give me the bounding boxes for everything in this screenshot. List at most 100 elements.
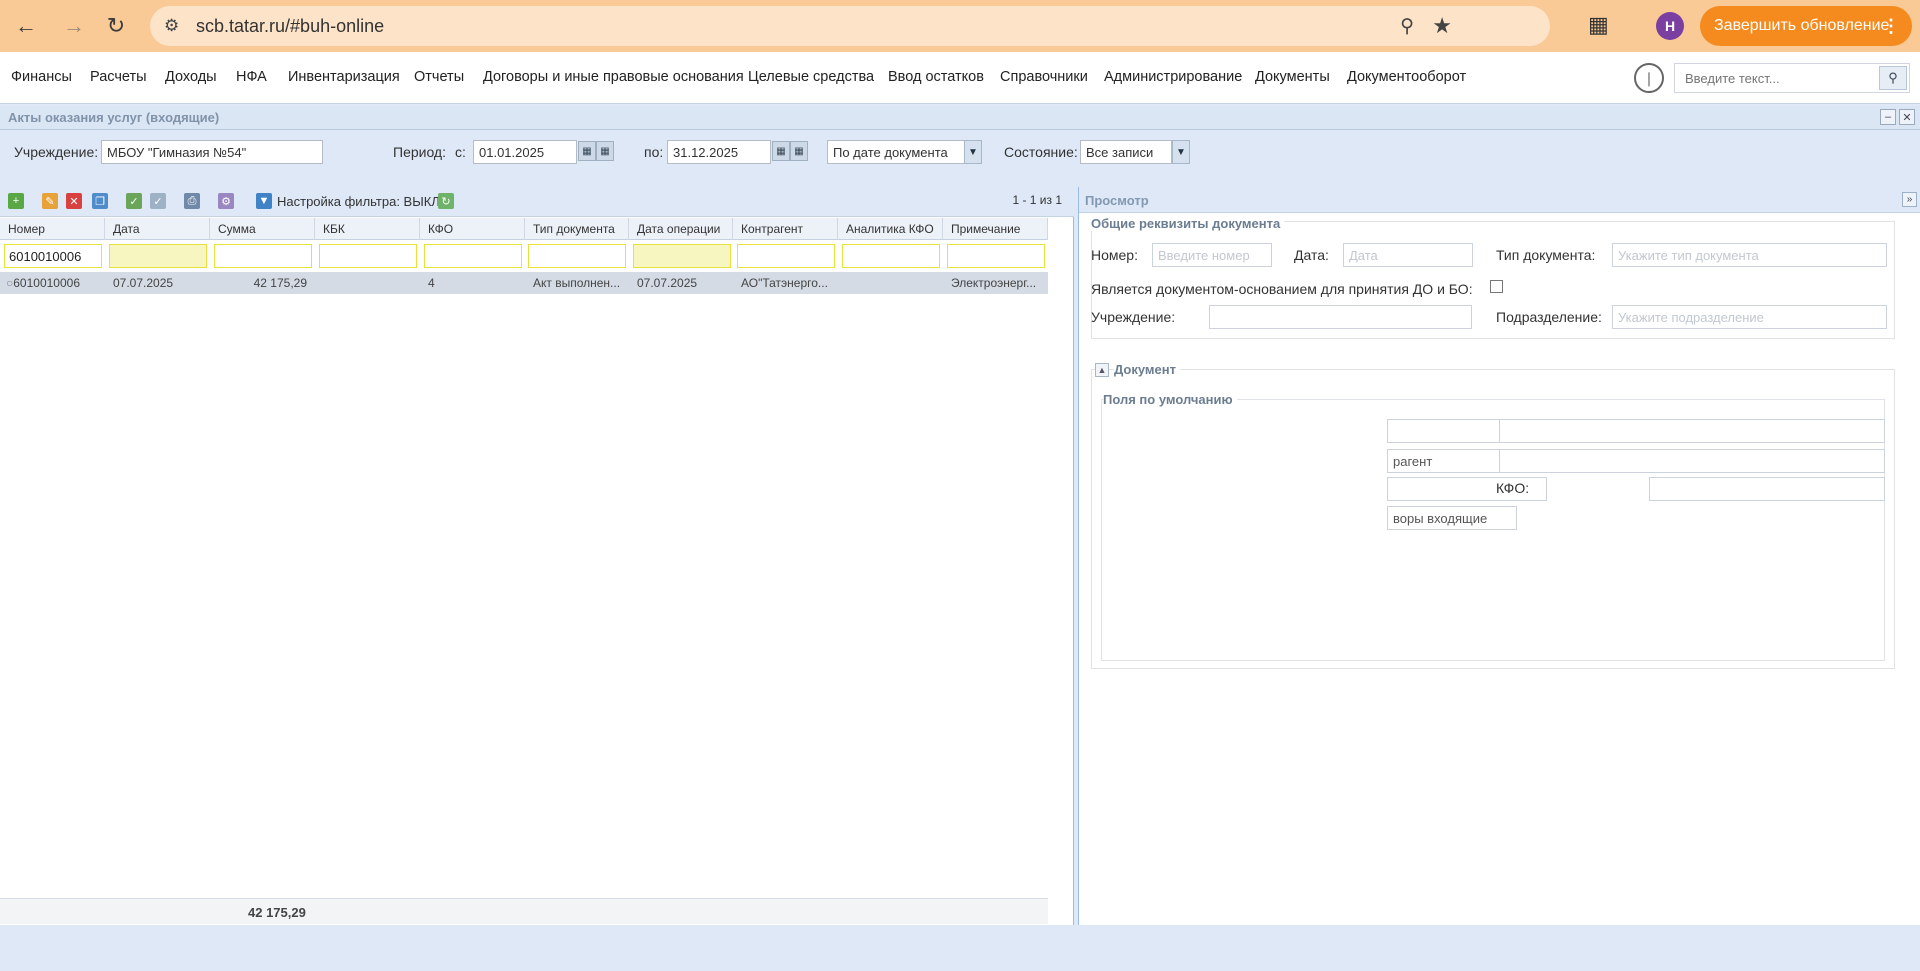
- extensions-icon[interactable]: ▦: [1588, 12, 1609, 38]
- reload-icon[interactable]: ↻: [100, 10, 132, 42]
- institution-field[interactable]: МБОУ "Гимназия №54": [101, 140, 323, 164]
- add-icon[interactable]: +: [8, 193, 24, 209]
- column-sum[interactable]: Сумма: [210, 218, 315, 240]
- filter-sum-input[interactable]: [214, 244, 312, 268]
- column-kfo[interactable]: КФО: [420, 218, 525, 240]
- column-kbk[interactable]: КБК: [315, 218, 420, 240]
- contracts-field[interactable]: воры входящие: [1387, 506, 1517, 530]
- basis-checkbox[interactable]: [1490, 280, 1503, 293]
- refresh-icon[interactable]: ↻: [438, 193, 454, 209]
- column-op-date[interactable]: Дата операции: [629, 218, 733, 240]
- filter-analytics-input[interactable]: [842, 244, 940, 268]
- row-op-date: 07.07.2025: [637, 276, 698, 290]
- institution-field[interactable]: [1209, 305, 1472, 329]
- from-date-field[interactable]: 01.01.2025: [473, 140, 577, 164]
- settings-icon[interactable]: ⚙: [218, 193, 234, 209]
- column-number[interactable]: Номер: [0, 218, 105, 240]
- state-select[interactable]: Все записи: [1080, 140, 1172, 164]
- column-date[interactable]: Дата: [105, 218, 210, 240]
- approve-icon[interactable]: ✓: [126, 193, 142, 209]
- bookmark-star-icon[interactable]: ★: [1432, 13, 1452, 39]
- menu-item-calculations[interactable]: Расчеты: [90, 69, 147, 85]
- zoom-icon[interactable]: ⚲: [1400, 15, 1414, 38]
- filter-kbk-input[interactable]: [319, 244, 417, 268]
- filter-bar: Учреждение: МБОУ "Гимназия №54" Период: …: [0, 131, 1920, 186]
- unapprove-icon[interactable]: ✓: [150, 193, 166, 209]
- column-note[interactable]: Примечание: [943, 218, 1048, 240]
- filter-icon[interactable]: ▼: [256, 193, 272, 209]
- general-section-title: Общие реквизиты документа: [1091, 216, 1285, 231]
- filter-setting-label[interactable]: Настройка фильтра: ВЫКЛ: [277, 194, 440, 209]
- kfo-label: КФО:: [1496, 480, 1530, 496]
- to-date-field[interactable]: 31.12.2025: [667, 140, 771, 164]
- menu-item-administration[interactable]: Администрирование: [1104, 69, 1242, 85]
- date-field[interactable]: Дата: [1343, 243, 1473, 267]
- forward-arrow-icon[interactable]: →: [58, 10, 90, 42]
- chevron-down-icon[interactable]: ▼: [1172, 140, 1190, 164]
- menu-item-finance[interactable]: Финансы: [11, 69, 72, 85]
- kebab-menu-icon[interactable]: ⋮: [1882, 16, 1900, 37]
- calendar-clear-icon[interactable]: ▦: [790, 141, 808, 161]
- close-icon[interactable]: ✕: [1899, 109, 1915, 125]
- from-label: с:: [455, 144, 466, 160]
- state-label: Состояние:: [1004, 144, 1078, 160]
- grid-header: Номер Дата Сумма КБК КФО Тип документа Д…: [0, 218, 1048, 240]
- menu-item-contracts[interactable]: Договоры и иные правовые основания: [483, 69, 744, 85]
- preview-panel: Просмотр » Общие реквизиты документа Ном…: [1078, 187, 1920, 925]
- filter-counterparty-input[interactable]: [737, 244, 835, 268]
- grid-summary: 42 175,29: [0, 898, 1048, 924]
- date-mode-select[interactable]: По дате документа: [827, 140, 966, 164]
- menu-item-income[interactable]: Доходы: [165, 69, 217, 85]
- menu-item-balances[interactable]: Ввод остатков: [888, 69, 984, 85]
- preview-header: Просмотр »: [1079, 187, 1920, 213]
- collapse-icon[interactable]: »: [1902, 192, 1917, 207]
- filter-op-date-input[interactable]: [633, 244, 731, 268]
- filter-kfo-input[interactable]: [424, 244, 522, 268]
- print-icon[interactable]: ⎙: [184, 193, 200, 209]
- copy-icon[interactable]: ❐: [92, 193, 108, 209]
- menu-item-directories[interactable]: Справочники: [1000, 69, 1088, 85]
- menu-item-inventory[interactable]: Инвентаризация: [288, 69, 400, 85]
- number-field[interactable]: Введите номер: [1152, 243, 1272, 267]
- filter-number-input[interactable]: 6010010006: [4, 244, 102, 268]
- minimize-icon[interactable]: –: [1880, 109, 1896, 125]
- default-field-2[interactable]: [1499, 419, 1885, 443]
- filter-doc-type-input[interactable]: [528, 244, 626, 268]
- table-row[interactable]: ○6010010006 07.07.2025 42 175,29 4 Акт в…: [0, 272, 1048, 294]
- row-date: 07.07.2025: [113, 276, 174, 290]
- calendar-icon[interactable]: ▦: [578, 141, 596, 161]
- search-input[interactable]: [1675, 64, 1875, 92]
- search-icon[interactable]: ⚲: [1879, 66, 1907, 90]
- period-label: Период:: [393, 144, 446, 160]
- division-field[interactable]: Укажите подразделение: [1612, 305, 1887, 329]
- menu-item-docflow[interactable]: Документооборот: [1347, 69, 1466, 85]
- filter-note-input[interactable]: [947, 244, 1045, 268]
- column-counterparty[interactable]: Контрагент: [733, 218, 838, 240]
- update-button[interactable]: Завершить обновление ⋮: [1700, 6, 1912, 46]
- clock-icon[interactable]: ❘: [1634, 63, 1664, 93]
- collapse-toggle-icon[interactable]: ▲: [1095, 363, 1109, 377]
- site-settings-icon[interactable]: ⚙: [164, 16, 179, 36]
- menu-item-target-funds[interactable]: Целевые средства: [748, 69, 874, 85]
- calendar-icon[interactable]: ▦: [772, 141, 790, 161]
- back-arrow-icon[interactable]: ←: [10, 10, 42, 42]
- column-doc-type[interactable]: Тип документа: [525, 218, 629, 240]
- counterparty-extra-field[interactable]: [1499, 449, 1885, 473]
- menu-item-nfa[interactable]: НФА: [236, 69, 267, 85]
- browser-toolbar: ← → ↻ ⚙ scb.tatar.ru/#buh-online ⚲ ★ ▦ Н…: [0, 0, 1920, 52]
- profile-avatar[interactable]: Н: [1656, 12, 1684, 40]
- row-number: ○6010010006: [6, 276, 80, 290]
- calendar-clear-icon[interactable]: ▦: [596, 141, 614, 161]
- row-sum: 42 175,29: [253, 276, 307, 290]
- address-bar[interactable]: ⚙ scb.tatar.ru/#buh-online ⚲ ★: [150, 6, 1550, 46]
- column-analytics-kfo[interactable]: Аналитика КФО: [838, 218, 943, 240]
- menu-item-documents[interactable]: Документы: [1255, 69, 1330, 85]
- kfo-field[interactable]: [1649, 477, 1885, 501]
- doc-type-field[interactable]: Укажите тип документа: [1612, 243, 1887, 267]
- menu-item-reports[interactable]: Отчеты: [414, 69, 464, 85]
- delete-icon[interactable]: ✕: [66, 193, 82, 209]
- chevron-down-icon[interactable]: ▼: [964, 140, 982, 164]
- url-text[interactable]: scb.tatar.ru/#buh-online: [196, 16, 384, 37]
- filter-date-input[interactable]: [109, 244, 207, 268]
- edit-icon[interactable]: ✎: [42, 193, 58, 209]
